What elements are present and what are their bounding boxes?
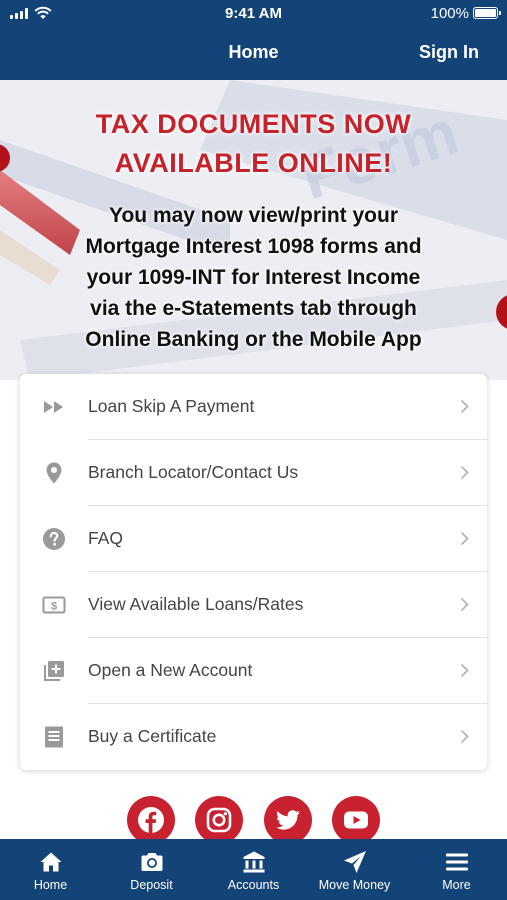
menu-item-label: Loan Skip A Payment bbox=[88, 396, 255, 416]
bottom-tab-bar: Home Deposit Accounts Move Money More bbox=[0, 839, 507, 900]
camera-icon bbox=[141, 853, 162, 871]
sign-in-button[interactable]: Sign In bbox=[419, 42, 479, 63]
banner-body-line: You may now view/print your bbox=[109, 204, 398, 227]
banner-headline-line: TAX DOCUMENTS NOW bbox=[95, 109, 412, 139]
send-icon bbox=[343, 851, 366, 873]
menu-item-label: Buy a Certificate bbox=[88, 726, 217, 746]
youtube-button[interactable] bbox=[332, 796, 380, 844]
banner-body-line: your 1099-INT for Interest Income bbox=[86, 266, 421, 289]
twitter-icon bbox=[276, 810, 300, 830]
chevron-right-icon bbox=[460, 729, 469, 744]
menu-item-buy-certificate[interactable]: Buy a Certificate bbox=[20, 704, 487, 770]
menu-item-label: Branch Locator/Contact Us bbox=[88, 462, 299, 482]
banner-headline: TAX DOCUMENTS NOW AVAILABLE ONLINE! bbox=[0, 105, 507, 183]
tab-move-money[interactable]: Move Money bbox=[304, 839, 405, 900]
instagram-button[interactable] bbox=[195, 796, 243, 844]
battery-percent: 100% bbox=[430, 5, 469, 22]
banner-body: You may now view/print your Mortgage Int… bbox=[20, 200, 487, 355]
top-bar: 9:41 AM 100% Home Sign In bbox=[0, 0, 507, 80]
banner-body-line: via the e-Statements tab through bbox=[90, 297, 417, 320]
banner-body-line: Mortgage Interest 1098 forms and bbox=[85, 235, 422, 258]
menu-item-open-new-account[interactable]: Open a New Account bbox=[20, 638, 487, 704]
dollar-bill-icon: $ bbox=[42, 596, 66, 614]
question-circle-icon bbox=[43, 528, 65, 550]
chevron-right-icon bbox=[460, 597, 469, 612]
tab-label: Move Money bbox=[318, 878, 391, 892]
chevron-right-icon bbox=[460, 465, 469, 480]
menu-item-faq[interactable]: FAQ bbox=[20, 506, 487, 572]
tab-more[interactable]: More bbox=[406, 839, 507, 900]
tab-home[interactable]: Home bbox=[0, 839, 101, 900]
facebook-button[interactable] bbox=[127, 796, 175, 844]
youtube-icon bbox=[344, 811, 368, 829]
tab-label: Deposit bbox=[130, 878, 173, 892]
promo-banner[interactable]: Form TAX DOCUMENTS NOW AVAILABLE ONLINE!… bbox=[0, 80, 507, 380]
home-icon bbox=[40, 852, 61, 872]
battery-icon bbox=[473, 7, 501, 19]
tab-deposit[interactable]: Deposit bbox=[101, 839, 202, 900]
tab-accounts[interactable]: Accounts bbox=[203, 839, 304, 900]
menu-item-loan-skip-a-payment[interactable]: Loan Skip A Payment bbox=[20, 374, 487, 440]
chevron-right-icon bbox=[460, 663, 469, 678]
certificate-icon bbox=[45, 726, 63, 748]
instagram-icon bbox=[206, 807, 232, 833]
menu-item-branch-locator[interactable]: Branch Locator/Contact Us bbox=[20, 440, 487, 506]
tab-label: Accounts bbox=[227, 878, 280, 892]
menu-icon bbox=[445, 853, 468, 871]
facebook-icon bbox=[138, 807, 164, 833]
add-box-icon bbox=[44, 661, 64, 681]
bank-icon bbox=[243, 851, 264, 873]
tab-label: More bbox=[442, 878, 471, 892]
svg-text:$: $ bbox=[51, 601, 57, 613]
fast-forward-icon bbox=[44, 401, 63, 413]
chevron-right-icon bbox=[460, 399, 469, 414]
menu-item-label: FAQ bbox=[88, 528, 124, 548]
menu-item-label: View Available Loans/Rates bbox=[88, 594, 304, 614]
menu-item-view-loans-rates[interactable]: $ View Available Loans/Rates bbox=[20, 572, 487, 638]
twitter-button[interactable] bbox=[264, 796, 312, 844]
quick-links-menu: Loan Skip A Payment Branch Locator/Conta… bbox=[20, 374, 487, 770]
tab-label: Home bbox=[33, 878, 68, 892]
chevron-right-icon bbox=[460, 531, 469, 546]
banner-headline-line: AVAILABLE ONLINE! bbox=[114, 148, 393, 178]
menu-item-label: Open a New Account bbox=[88, 660, 253, 680]
status-bar: 9:41 AM 100% bbox=[0, 0, 507, 28]
map-pin-icon bbox=[46, 462, 62, 484]
banner-body-line: Online Banking or the Mobile App bbox=[85, 328, 422, 351]
